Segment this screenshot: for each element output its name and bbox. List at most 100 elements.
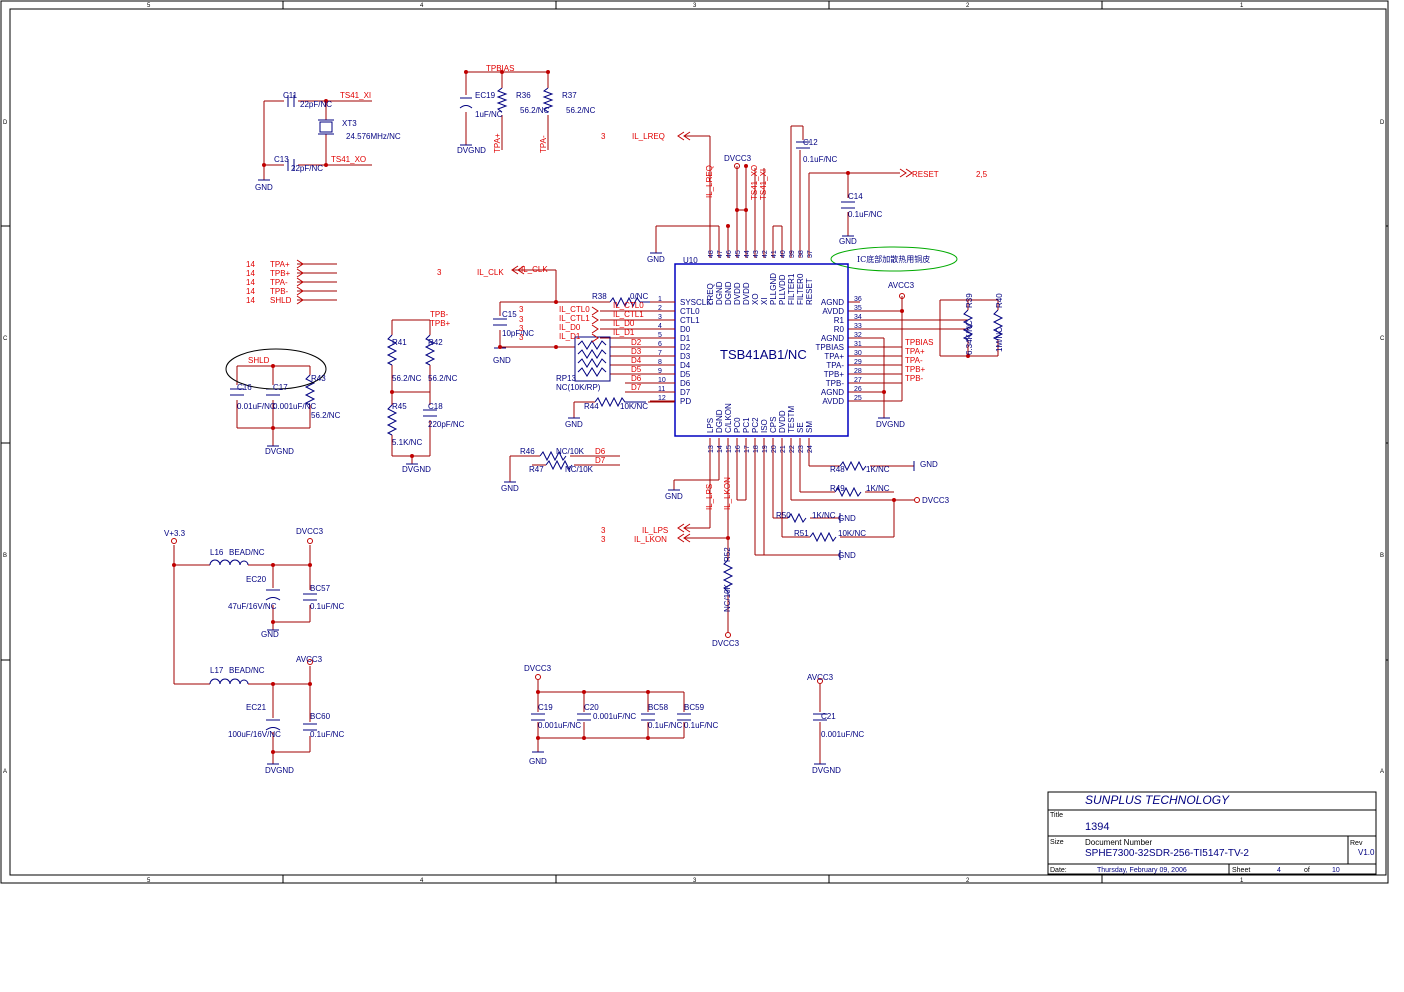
date-label: Date: bbox=[1050, 867, 1067, 874]
pin-name-31: TPBIAS bbox=[816, 343, 844, 352]
bc58-value: 0.1uF/NC bbox=[648, 721, 682, 730]
bus-ref-4: 3 bbox=[519, 333, 524, 342]
pin-number-46: 46 bbox=[726, 250, 733, 258]
reset-net: RESET bbox=[912, 170, 939, 179]
pin-name-37: RESET bbox=[805, 278, 814, 305]
pin-name-3: CTL1 bbox=[680, 316, 700, 325]
d7-net-b: D7 bbox=[595, 456, 606, 465]
pin-number-44: 44 bbox=[744, 250, 751, 258]
pin-number-9: 9 bbox=[658, 368, 662, 375]
tpb-plus-net-r: TPB+ bbox=[905, 365, 926, 374]
sheet-label: Sheet bbox=[1232, 867, 1250, 874]
pin-name-30: TPA+ bbox=[824, 352, 844, 361]
pin-name-4: D0 bbox=[680, 325, 691, 334]
r39-ref: R39 bbox=[965, 293, 974, 308]
pin-name-13: LPS bbox=[706, 418, 715, 433]
pin-number-2: 2 bbox=[658, 305, 662, 312]
title-label: Title bbox=[1050, 812, 1063, 819]
conn-tpa-plus: TPA+ bbox=[270, 260, 290, 269]
c16-ref: C16 bbox=[237, 383, 252, 392]
r49-ref: R49 bbox=[830, 484, 845, 493]
tpb-minus-net: TPB- bbox=[430, 310, 449, 319]
frame-row-a: A bbox=[3, 769, 7, 775]
c19-value: 0.001uF/NC bbox=[538, 721, 581, 730]
pin-name-48: LREQ bbox=[706, 283, 715, 305]
bc59-ref: BC59 bbox=[684, 703, 705, 712]
gnd-label-4: GND bbox=[493, 356, 511, 365]
d3-net: D3 bbox=[631, 347, 642, 356]
pin-number-13: 13 bbox=[708, 445, 715, 453]
pin-name-33: R0 bbox=[834, 325, 845, 334]
ec21-value: 100uF/16V/NC bbox=[228, 730, 281, 739]
ic-part: TSB41AB1/NC bbox=[720, 347, 807, 362]
pin-name-8: D4 bbox=[680, 361, 691, 370]
dvcc3-label-4: DVCC3 bbox=[296, 527, 324, 536]
gnd-label-12: GND bbox=[529, 757, 547, 766]
d7-net: D7 bbox=[631, 383, 642, 392]
gnd-label-6: GND bbox=[501, 484, 519, 493]
r50-ref: R50 bbox=[776, 511, 791, 520]
dvcc3-label-3: DVCC3 bbox=[712, 639, 740, 648]
frame-row-d: D bbox=[3, 120, 8, 126]
bc59-value: 0.1uF/NC bbox=[684, 721, 718, 730]
r38-value: 0/NC bbox=[630, 292, 648, 301]
pin-name-42: XI bbox=[760, 297, 769, 305]
pin-number-18: 18 bbox=[753, 445, 760, 453]
il-ctl1-a: IL_CTL1 bbox=[559, 314, 590, 323]
gnd-label-10: GND bbox=[665, 492, 683, 501]
l16-ref: L16 bbox=[210, 548, 224, 557]
dvgnd-label-4: DVGND bbox=[876, 420, 905, 429]
pin-number-15: 15 bbox=[726, 445, 733, 453]
pin-name-29: TPA- bbox=[826, 361, 844, 370]
r46-value: NC/10K bbox=[556, 447, 585, 456]
frame-col-3: 3 bbox=[693, 3, 697, 9]
ic-left-pins: 1 SYSCLK2 CTL03 CTL14 D05 D16 D27 D38 D49 D510 D61… bbox=[650, 296, 712, 406]
pin-number-33: 33 bbox=[854, 323, 862, 330]
pin-name-2: CTL0 bbox=[680, 307, 700, 316]
pin-number-3: 3 bbox=[658, 314, 662, 321]
pin-number-45: 45 bbox=[735, 250, 742, 258]
r41-value: 56.2/NC bbox=[392, 374, 422, 383]
title-block: SUNPLUS TECHNOLOGY Title 1394 Size Docum… bbox=[1047, 791, 1377, 875]
il-ctl0-a: IL_CTL0 bbox=[559, 305, 590, 314]
pin-name-26: AGND bbox=[821, 388, 844, 397]
l17-value: BEAD/NC bbox=[229, 666, 265, 675]
il-d1-a: IL_D1 bbox=[559, 332, 581, 341]
gnd-label-2: GND bbox=[839, 237, 857, 246]
pin-name-20: CPS bbox=[769, 417, 778, 433]
r42-ref: R42 bbox=[428, 338, 443, 347]
pin-number-29: 29 bbox=[854, 359, 862, 366]
c17-value: 0.001uF/NC bbox=[273, 402, 316, 411]
ec21-ref: EC21 bbox=[246, 703, 267, 712]
gnd-label-8: GND bbox=[838, 514, 856, 523]
pin-name-44: DVDD bbox=[742, 282, 751, 305]
rp13-ref: RP13 bbox=[556, 374, 577, 383]
pin-number-26: 26 bbox=[854, 386, 862, 393]
r51-ref: R51 bbox=[794, 529, 809, 538]
r52-ref: R52 bbox=[723, 547, 732, 562]
pin-number-47: 47 bbox=[717, 250, 724, 258]
avcc3-label-1: AVCC3 bbox=[888, 281, 915, 290]
v33-label: V+3.3 bbox=[164, 529, 186, 538]
rev-label: Rev bbox=[1350, 840, 1363, 847]
pin-name-18: PC2 bbox=[751, 417, 760, 433]
r43-ref: R43 bbox=[311, 374, 326, 383]
d6-net: D6 bbox=[631, 374, 642, 383]
pin-number-10: 10 bbox=[658, 377, 666, 384]
pin-name-38: FILTER0 bbox=[796, 273, 805, 305]
gnd-label-5: GND bbox=[565, 420, 583, 429]
pin-number-42: 42 bbox=[762, 250, 769, 258]
tpbias-net-r: TPBIAS bbox=[905, 338, 933, 347]
bc58-ref: BC58 bbox=[648, 703, 669, 712]
conn-ref-2: 14 bbox=[246, 269, 255, 278]
r52-value: NC/10K bbox=[723, 583, 732, 612]
frame-row-b: B bbox=[3, 553, 7, 559]
ic-right-pins: 36 AGND 35 AVDD 34 R1 33 R0 32 AGND 31 TPBIAS 30 TPA+… bbox=[816, 296, 862, 406]
reset-sheet-ref: 2,5 bbox=[976, 170, 988, 179]
r44-value: 10K/NC bbox=[620, 402, 648, 411]
il-lps-net: IL_LPS bbox=[642, 526, 668, 535]
pin-number-27: 27 bbox=[854, 377, 862, 384]
c16-value: 0.01uF/NC bbox=[237, 402, 276, 411]
frame-row-c-r: C bbox=[1380, 336, 1385, 342]
c18-value: 220pF/NC bbox=[428, 420, 465, 429]
